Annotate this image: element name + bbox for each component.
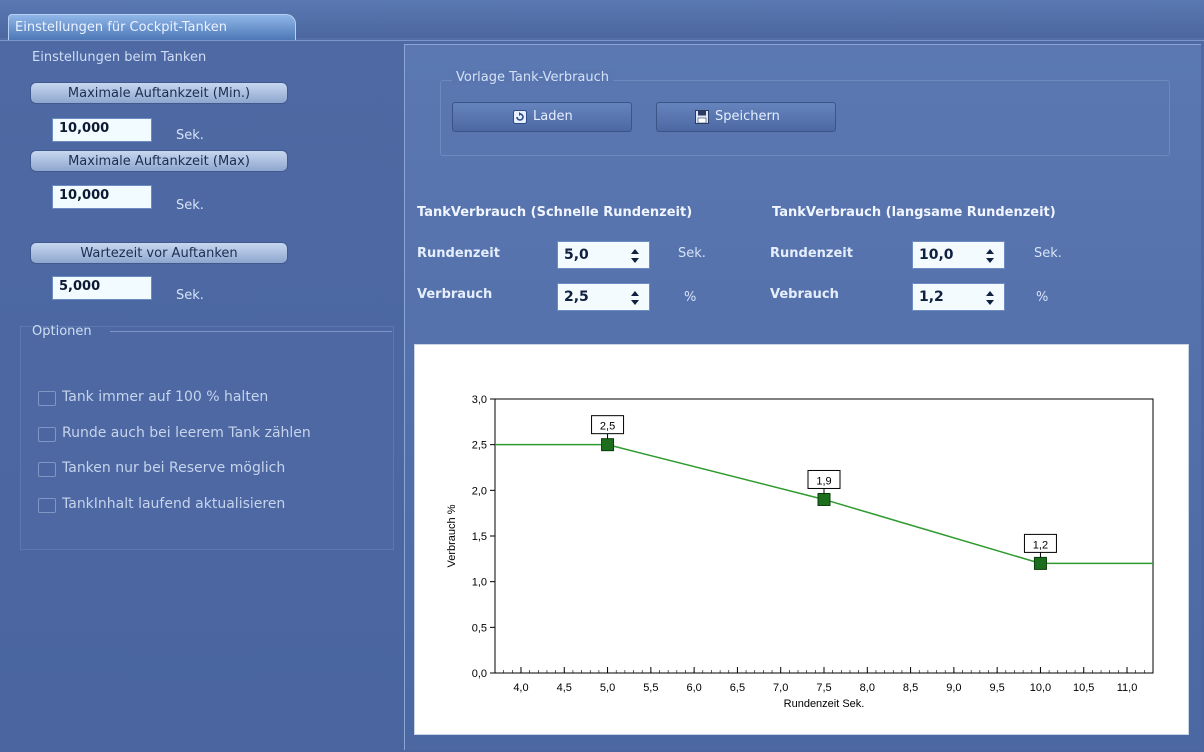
consumption-chart-svg: 4,0 4,5 5,0 5,5 6,0 6,5 7,0 7,5 8,0 8,5 9,0 9,5 10,0… bbox=[446, 394, 1154, 710]
label-live-update: TankInhalt laufend aktualisieren bbox=[62, 496, 286, 512]
x-tick-label: 9,5 bbox=[990, 682, 1005, 694]
fast-header: TankVerbrauch (Schnelle Rundenzeit) bbox=[417, 205, 693, 220]
checkbox-tank-100[interactable] bbox=[38, 391, 56, 406]
save-button[interactable]: Speichern bbox=[656, 102, 836, 132]
max-refuel-min-field[interactable]: 10,000 bbox=[52, 118, 152, 142]
unit-sek-3: Sek. bbox=[176, 288, 204, 303]
slow-laptime-spinner[interactable]: 10,0 bbox=[912, 241, 1005, 269]
data-label: 1,9 bbox=[816, 475, 831, 487]
fast-laptime-label: Rundenzeit bbox=[417, 246, 500, 261]
x-tick-label: 11,0 bbox=[1117, 682, 1138, 694]
load-label: Laden bbox=[533, 109, 573, 124]
y-tick-label: 0,5 bbox=[472, 622, 487, 634]
fast-laptime-unit: Sek. bbox=[678, 246, 706, 261]
y-tick-label: 2,5 bbox=[472, 440, 487, 452]
slow-header: TankVerbrauch (langsame Rundenzeit) bbox=[772, 205, 1056, 220]
fast-laptime-spinner[interactable]: 5,0 bbox=[557, 241, 650, 269]
unit-sek-1: Sek. bbox=[176, 128, 204, 143]
label-max-refuel-min: Maximale Auftankzeit (Min.) bbox=[30, 82, 288, 104]
options-title: Optionen bbox=[32, 324, 92, 339]
fast-laptime-value: 5,0 bbox=[564, 247, 589, 263]
x-tick-label: 6,0 bbox=[686, 682, 701, 694]
x-tick-label: 10,5 bbox=[1073, 682, 1094, 694]
label-count-empty: Runde auch bei leerem Tank zählen bbox=[62, 425, 311, 441]
x-tick-label: 9,0 bbox=[946, 682, 961, 694]
max-refuel-max-field[interactable]: 10,000 bbox=[52, 185, 152, 209]
options-divider bbox=[110, 331, 392, 332]
slow-laptime-value: 10,0 bbox=[919, 247, 954, 263]
fast-consumption-label: Verbrauch bbox=[417, 287, 493, 302]
floppy-icon bbox=[695, 110, 709, 124]
label-reserve-only: Tanken nur bei Reserve möglich bbox=[62, 460, 286, 476]
slow-consumption-spinner[interactable]: 1,2 bbox=[912, 283, 1005, 311]
y-tick-label: 1,0 bbox=[472, 577, 487, 589]
fast-consumption-value: 2,5 bbox=[564, 289, 589, 305]
x-axis-label: Rundenzeit Sek. bbox=[784, 698, 865, 710]
y-tick-label: 1,5 bbox=[472, 531, 487, 543]
load-icon bbox=[513, 110, 527, 124]
x-tick-label: 7,5 bbox=[816, 682, 831, 694]
x-tick-label: 4,0 bbox=[513, 682, 528, 694]
x-tick-label: 8,0 bbox=[860, 682, 875, 694]
y-tick-label: 2,0 bbox=[472, 485, 487, 497]
label-max-refuel-max: Maximale Auftankzeit (Max) bbox=[30, 150, 288, 172]
x-tick-label: 4,5 bbox=[557, 682, 572, 694]
y-tick-label: 0,0 bbox=[472, 668, 487, 680]
x-tick-label: 5,5 bbox=[643, 682, 658, 694]
spinner-arrows-icon[interactable] bbox=[986, 247, 994, 265]
template-group-title: Vorlage Tank-Verbrauch bbox=[452, 70, 614, 85]
label-tank-100: Tank immer auf 100 % halten bbox=[62, 389, 269, 405]
data-point-marker bbox=[601, 438, 615, 452]
data-point-marker bbox=[1033, 556, 1047, 570]
save-label: Speichern bbox=[715, 109, 780, 124]
slow-consumption-unit: % bbox=[1036, 290, 1049, 305]
checkbox-reserve-only[interactable] bbox=[38, 462, 56, 477]
section-title-tanken: Einstellungen beim Tanken bbox=[32, 50, 207, 65]
spinner-arrows-icon[interactable] bbox=[631, 289, 639, 307]
spinner-arrows-icon[interactable] bbox=[631, 247, 639, 265]
unit-sek-2: Sek. bbox=[176, 198, 204, 213]
slow-laptime-unit: Sek. bbox=[1034, 246, 1062, 261]
wait-before-refuel-field[interactable]: 5,000 bbox=[52, 276, 152, 300]
fast-consumption-spinner[interactable]: 2,5 bbox=[557, 283, 650, 311]
x-tick-label: 10,0 bbox=[1030, 682, 1051, 694]
load-button[interactable]: Laden bbox=[452, 102, 632, 132]
fast-consumption-unit: % bbox=[684, 290, 697, 305]
data-label: 1,2 bbox=[1033, 539, 1048, 551]
checkbox-live-update[interactable] bbox=[38, 498, 56, 513]
y-axis-label: Verbrauch % bbox=[446, 504, 458, 567]
data-label: 2,5 bbox=[600, 421, 615, 433]
slow-laptime-label: Rundenzeit bbox=[770, 246, 853, 261]
label-wait-before-refuel: Wartezeit vor Auftanken bbox=[30, 242, 288, 264]
data-point-marker bbox=[817, 492, 831, 506]
x-tick-label: 7,0 bbox=[773, 682, 788, 694]
x-tick-label: 5,0 bbox=[600, 682, 615, 694]
tab-cockpit-tanken[interactable]: Einstellungen für Cockpit-Tanken bbox=[8, 14, 296, 40]
x-tick-label: 8,5 bbox=[903, 682, 918, 694]
x-tick-label: 6,5 bbox=[730, 682, 745, 694]
checkbox-count-empty[interactable] bbox=[38, 427, 56, 442]
slow-consumption-value: 1,2 bbox=[919, 289, 944, 305]
y-tick-label: 3,0 bbox=[472, 394, 487, 406]
consumption-chart: 4,0 4,5 5,0 5,5 6,0 6,5 7,0 7,5 8,0 8,5 9,0 9,5 10,0… bbox=[414, 344, 1189, 735]
spinner-arrows-icon[interactable] bbox=[986, 289, 994, 307]
slow-consumption-label: Vebrauch bbox=[770, 287, 839, 302]
